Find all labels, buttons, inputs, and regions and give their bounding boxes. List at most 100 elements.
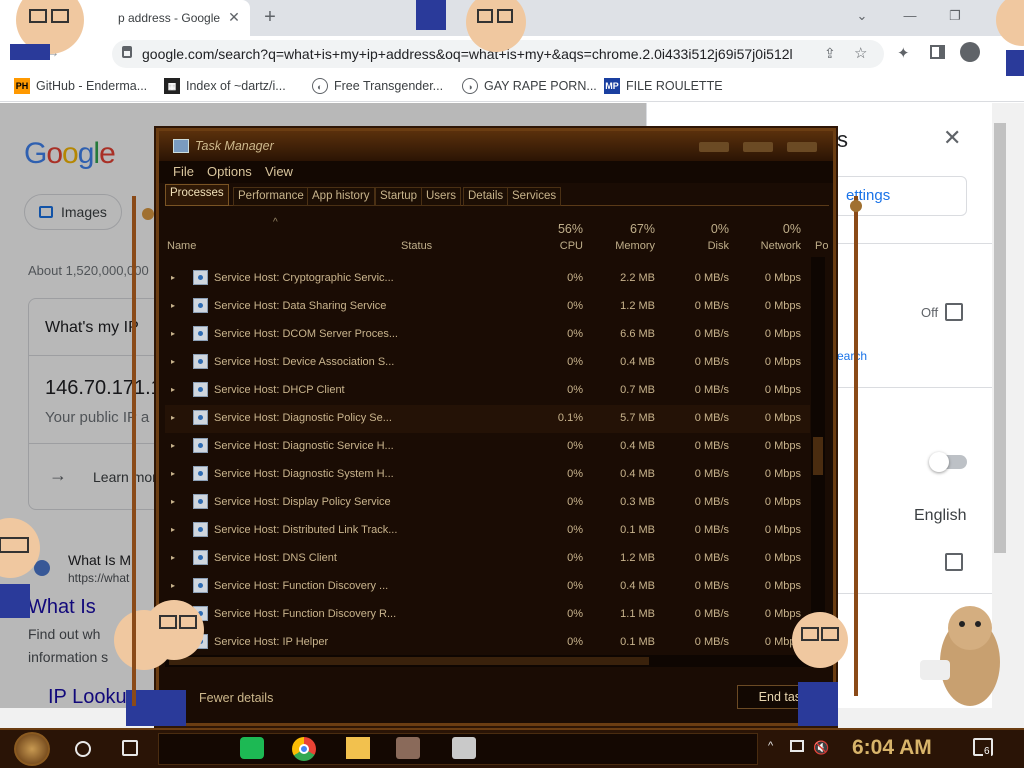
disk-value: 0 MB/s xyxy=(694,272,729,284)
col-disk[interactable]: Disk xyxy=(673,240,729,252)
bookmark-item[interactable]: PH GitHub - Enderma... xyxy=(14,78,147,94)
vertical-scrollbar[interactable] xyxy=(811,257,825,653)
process-row[interactable]: ▸ Service Host: Data Sharing Service 0% 1.2… xyxy=(165,293,810,321)
scrollbar-thumb[interactable] xyxy=(994,123,1006,553)
network-total: 0% xyxy=(782,222,801,236)
cpu-value: 0% xyxy=(567,552,583,564)
tab-details[interactable]: Details xyxy=(463,187,509,206)
process-row[interactable]: ▸ Service Host: Device Association S... 0%… xyxy=(165,349,810,377)
minimize-icon[interactable] xyxy=(699,142,729,152)
process-row[interactable]: ▸ Service Host: DCOM Server Proces... 0% 6.… xyxy=(165,321,810,349)
tab-startup[interactable]: Startup xyxy=(375,187,423,206)
col-power[interactable]: Po xyxy=(815,240,828,252)
taskbar-clock[interactable]: 6:04 AM xyxy=(852,736,932,760)
tab-close-icon[interactable]: ✕ xyxy=(226,9,242,25)
expand-arrow-icon: ▸ xyxy=(171,441,176,450)
network-icon[interactable] xyxy=(790,740,804,752)
expand-arrow-icon: ▸ xyxy=(171,497,176,506)
bookmark-star-icon[interactable]: ☆ xyxy=(854,44,867,62)
toggle-switch[interactable] xyxy=(929,452,967,472)
external-link-icon[interactable] xyxy=(945,303,963,321)
network-value: 0 Mbps xyxy=(764,468,801,480)
notification-icon[interactable]: 6 xyxy=(973,738,993,757)
close-icon[interactable]: ✕ xyxy=(943,125,961,151)
fewer-details-link[interactable]: Fewer details xyxy=(199,691,273,705)
minimize-icon[interactable]: — xyxy=(900,8,920,26)
hamster-icon xyxy=(920,606,1000,706)
disk-total: 0% xyxy=(710,222,729,236)
restore-icon[interactable]: ❐ xyxy=(945,8,965,26)
menu-file[interactable]: File xyxy=(173,164,194,179)
tab-services[interactable]: Services xyxy=(507,187,562,206)
scrollbar-thumb[interactable] xyxy=(813,437,823,475)
expand-arrow-icon: ▸ xyxy=(171,357,176,366)
bookmark-item[interactable]: ◑ GAY RAPE PORN... xyxy=(462,78,597,94)
process-row[interactable]: ▸Service Host: Function Discovery R...0%… xyxy=(165,601,810,629)
cpu-value: 0% xyxy=(567,272,583,284)
file-explorer-icon[interactable] xyxy=(346,737,370,759)
disk-value: 0 MB/s xyxy=(694,384,729,396)
tab-search-icon[interactable]: ⌄ xyxy=(852,8,872,26)
scrollbar-thumb[interactable] xyxy=(169,657,649,665)
cartoon-face-icon xyxy=(10,0,84,60)
process-name: Service Host: DNS Client xyxy=(214,552,337,564)
task-view-icon[interactable] xyxy=(122,740,138,756)
notes-app-icon[interactable] xyxy=(240,737,264,759)
col-cpu[interactable]: CPU xyxy=(525,240,583,252)
network-value: 0 Mbps xyxy=(764,412,801,424)
title-bar[interactable]: Task Manager xyxy=(159,131,833,161)
expand-arrow-icon: ▸ xyxy=(171,413,176,422)
horizontal-scrollbar[interactable] xyxy=(165,655,810,667)
lock-icon xyxy=(122,46,132,58)
process-row[interactable]: ▸ Service Host: Diagnostic Service H... 0%… xyxy=(165,433,810,461)
process-row[interactable]: ▸ Service Host: DHCP Client 0% 0.7 MB 0 MB/s… xyxy=(165,377,810,405)
maximize-icon[interactable] xyxy=(743,142,773,152)
menu-view[interactable]: View xyxy=(265,164,293,179)
bookmark-item[interactable]: MP FILE ROULETTE xyxy=(604,78,723,94)
tab-app-history[interactable]: App history xyxy=(307,187,375,206)
process-name: Service Host: Function Discovery R... xyxy=(214,608,397,620)
col-name[interactable]: Name xyxy=(167,240,196,252)
bookmark-item[interactable]: ◐ Free Transgender... xyxy=(312,78,443,94)
sort-up-icon[interactable]: ^ xyxy=(273,217,278,228)
volume-muted-icon[interactable]: 🔇 xyxy=(813,740,829,756)
memory-value: 1.2 MB xyxy=(620,552,655,564)
process-row[interactable]: ▸ Service Host: Distributed Link Track...… xyxy=(165,517,810,545)
process-row[interactable]: ▸ Service Host: Diagnostic System H... 0% 0… xyxy=(165,461,810,489)
tab-performance[interactable]: Performance xyxy=(233,187,309,206)
task-manager-app-icon[interactable] xyxy=(452,737,476,759)
chrome-icon[interactable] xyxy=(292,737,316,761)
share-icon[interactable]: ⇪ xyxy=(824,45,836,62)
external-link-icon[interactable] xyxy=(945,553,963,571)
process-row[interactable]: ▸ Service Host: Cryptographic Servic... 0%… xyxy=(165,265,810,293)
close-icon[interactable] xyxy=(787,142,817,152)
side-panel-icon[interactable] xyxy=(930,45,945,59)
service-icon xyxy=(193,494,208,509)
col-status[interactable]: Status xyxy=(401,240,432,252)
chevron-up-icon[interactable]: ^ xyxy=(768,740,773,752)
memory-value: 0.4 MB xyxy=(620,440,655,452)
process-row[interactable]: ▸ Service Host: Display Policy Service 0% 0… xyxy=(165,489,810,517)
bookmark-item[interactable]: ▦ Index of ~dartz/i... xyxy=(164,78,286,94)
panel-title: s xyxy=(837,127,848,152)
col-network[interactable]: Network xyxy=(741,240,801,252)
app-icon[interactable] xyxy=(396,737,420,759)
col-memory[interactable]: Memory xyxy=(595,240,655,252)
process-row[interactable]: ▸ Service Host: Function Discovery ... 0% 0… xyxy=(165,573,810,601)
new-tab-icon[interactable]: + xyxy=(260,7,280,27)
extensions-icon[interactable]: ✦ xyxy=(897,44,910,62)
menu-options[interactable]: Options xyxy=(207,164,252,179)
process-row[interactable]: ▸Service Host: IP Helper0%0.1 MB0 MB/s0 … xyxy=(165,629,810,653)
bookmark-label: Index of ~dartz/i... xyxy=(186,79,286,93)
start-button-icon[interactable] xyxy=(14,732,50,766)
profile-icon[interactable] xyxy=(960,42,980,62)
cpu-total: 56% xyxy=(557,222,583,236)
tab-users[interactable]: Users xyxy=(421,187,462,206)
process-row[interactable]: ▸ Service Host: Diagnostic Policy Se... 0.… xyxy=(165,405,810,433)
bookmark-label: GAY RAPE PORN... xyxy=(484,79,597,93)
process-name: Service Host: Diagnostic Policy Se... xyxy=(214,412,392,424)
process-row[interactable]: ▸ Service Host: DNS Client 0% 1.2 MB 0 MB/s 0… xyxy=(165,545,810,573)
disk-value: 0 MB/s xyxy=(694,412,729,424)
search-circle-icon[interactable] xyxy=(75,741,91,757)
tab-processes[interactable]: Processes xyxy=(165,184,229,206)
